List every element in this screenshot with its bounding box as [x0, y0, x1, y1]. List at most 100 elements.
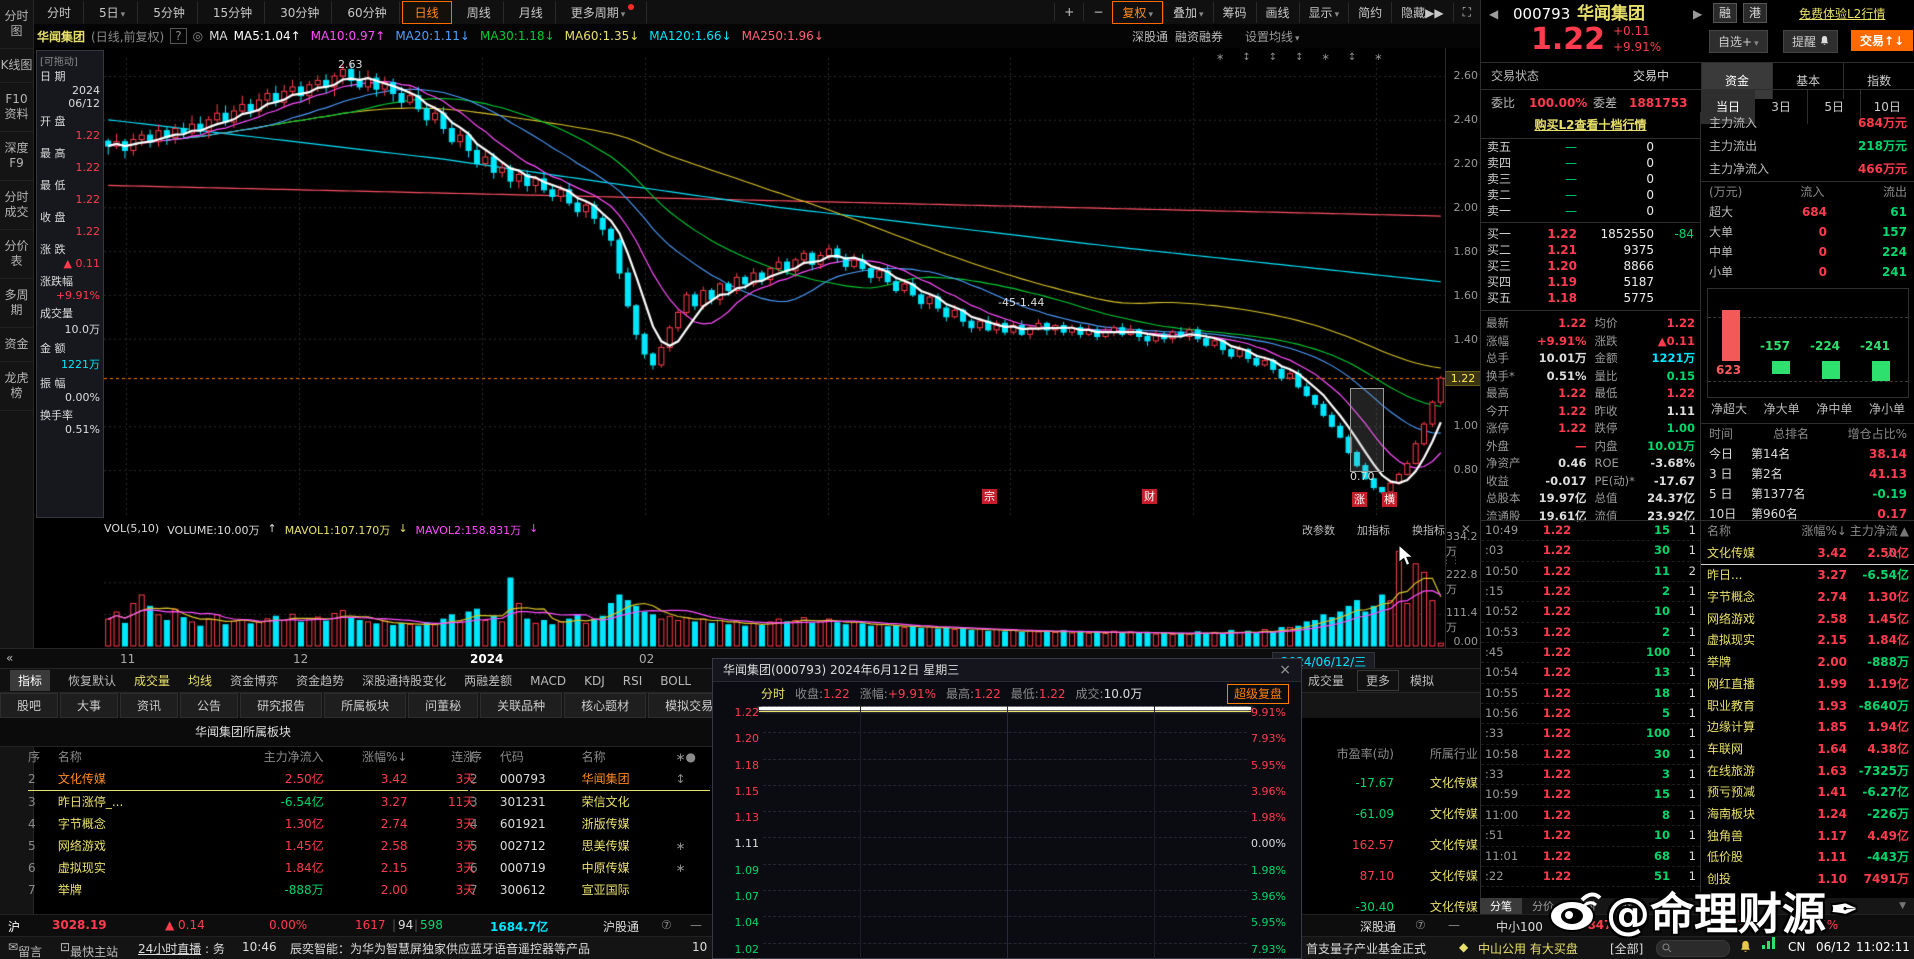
table-row[interactable]: 3 301231 荣信文化: [470, 791, 710, 813]
info-tab[interactable]: 资讯: [120, 693, 178, 718]
indicator-tab[interactable]: KDJ: [584, 674, 605, 688]
sidebar-item[interactable]: 分时成交: [0, 181, 33, 230]
margin-badge[interactable]: 融: [1713, 3, 1737, 23]
event-badge[interactable]: 财: [1142, 489, 1157, 504]
tab-60min[interactable]: 60分钟: [334, 1, 399, 24]
sector-row[interactable]: 独角兽 1.17 4.49亿: [1701, 826, 1914, 848]
overlay-button[interactable]: 叠加▾: [1163, 2, 1213, 23]
l2-buy-link[interactable]: 购买L2查看十档行情: [1535, 118, 1647, 132]
zoom-in-button[interactable]: +: [1054, 3, 1083, 21]
sector-row[interactable]: 虚拟现实 2.15 1.84亿: [1701, 630, 1914, 652]
popup-tab-fenshi[interactable]: 分时: [761, 682, 785, 706]
tick-list[interactable]: 10:49 1.22 15 1 :03 1.22 30 1 10:50 1.22…: [1481, 520, 1701, 898]
sidebar-item[interactable]: K线图: [0, 49, 33, 83]
indicator-tab[interactable]: 恢复默认: [68, 672, 116, 689]
sidebar-item[interactable]: 资金: [0, 328, 33, 362]
sector-row[interactable]: 职业教育 1.93 -8640万: [1701, 696, 1914, 718]
gear-icon[interactable]: ◎: [193, 29, 203, 43]
next-stock-icon[interactable]: ▶: [1693, 0, 1702, 28]
tab-30min[interactable]: 30分钟: [267, 1, 332, 24]
sector-row[interactable]: 字节概念 2.74 1.30亿: [1701, 587, 1914, 609]
hide-button[interactable]: 隐藏▶▶: [1391, 2, 1452, 23]
indicator-tab[interactable]: 深股通持股变化: [362, 672, 446, 689]
table-row[interactable]: 5 网络游戏 1.45亿 2.58 3天: [28, 835, 468, 857]
table-row[interactable]: 5 002712 思美传媒 ∗: [470, 835, 710, 857]
more-indicators-button[interactable]: 更多: [1357, 670, 1399, 691]
info-tab[interactable]: 问董秘: [408, 693, 478, 718]
sector-list[interactable]: 名称 涨幅%↓ 主力净流入 ▲ 文化传媒 3.42 2.50亿 昨日... 3.…: [1701, 520, 1914, 898]
table-row[interactable]: 4 601921 浙版传媒: [470, 813, 710, 835]
switch-indicator-button[interactable]: 换指标: [1412, 522, 1445, 536]
info-tab[interactable]: 研究报告: [240, 693, 322, 718]
event-badge[interactable]: 涨: [1352, 492, 1367, 507]
simple-mode-button[interactable]: 简约: [1348, 2, 1391, 23]
info-tab[interactable]: 关联品种: [480, 693, 562, 718]
indicator-tab[interactable]: 均线: [188, 672, 212, 689]
table-row[interactable]: 7 300612 宣亚国际: [470, 879, 710, 901]
add-indicator-button[interactable]: 加指标: [1357, 522, 1390, 536]
chevron-down-icon[interactable]: ▼: [1899, 901, 1906, 911]
volume-chart-canvas[interactable]: [104, 536, 1445, 648]
live-24h-link[interactable]: 24小时直播: [138, 940, 201, 957]
prev-stock-icon[interactable]: ◀: [1489, 0, 1498, 28]
table-row[interactable]: 3 昨日涨停_... -6.54亿 3.27 11天: [28, 791, 468, 813]
zoom-out-button[interactable]: −: [1083, 3, 1112, 21]
table-row[interactable]: -17.67 文化传媒: [1302, 768, 1480, 799]
tab-fenshi[interactable]: 分时: [34, 1, 84, 24]
sidebar-item[interactable]: 分价表: [0, 230, 33, 279]
trade-button[interactable]: 交易↑↓: [1851, 30, 1913, 51]
all-filter-button[interactable]: [全部]: [1610, 940, 1643, 957]
info-tab[interactable]: 核心题材: [564, 693, 646, 718]
sector-row[interactable]: 预亏预减 1.41 -6.27亿: [1701, 782, 1914, 804]
sector-row[interactable]: 网红直播 1.99 1.19亿: [1701, 674, 1914, 696]
tab-monthly[interactable]: 月线: [506, 1, 556, 24]
message-button[interactable]: ✉ 留言: [8, 940, 18, 954]
table-row[interactable]: 7 举牌 -888万 2.00 3天: [28, 879, 468, 901]
help-icon[interactable]: ?: [170, 28, 186, 44]
tab-daily[interactable]: 日线: [402, 1, 452, 24]
sidebar-item[interactable]: 龙虎榜: [0, 362, 33, 411]
question-circle-icon[interactable]: ⑦: [1415, 918, 1426, 932]
sector-row[interactable]: 举牌 2.00 -888万: [1701, 652, 1914, 674]
sidebar-item[interactable]: 分时图: [0, 0, 33, 49]
info-tab[interactable]: 公告: [180, 693, 238, 718]
sector-row[interactable]: 车联网 1.64 4.38亿: [1701, 739, 1914, 761]
indicator-tab[interactable]: 成交量: [134, 672, 170, 689]
indicator-tab[interactable]: RSI: [623, 674, 643, 688]
display-button[interactable]: 显示▾: [1299, 2, 1349, 23]
scroll-left-icon[interactable]: «: [6, 651, 13, 665]
table-row[interactable]: 2 000793 华闻集团 ↕: [470, 768, 710, 791]
bell-icon[interactable]: [1740, 941, 1751, 956]
indicator-tab[interactable]: 两融差额: [464, 672, 512, 689]
table-row[interactable]: 2 文化传媒 2.50亿 3.42 3天: [28, 768, 468, 791]
scroll-up-icon[interactable]: ▲: [1900, 521, 1909, 543]
sector-row[interactable]: 文化传媒 3.42 2.50亿: [1701, 543, 1914, 566]
news-ticker[interactable]: 辰奕智能：为华为智慧屏独家供应蓝牙语音遥控器等产品: [290, 940, 590, 957]
table-row[interactable]: 162.57 文化传媒: [1302, 830, 1480, 861]
sidebar-item[interactable]: 深度F9: [0, 132, 33, 181]
sector-row[interactable]: 昨日... 3.27 -6.54亿: [1701, 565, 1914, 587]
chips-button[interactable]: 筹码: [1213, 2, 1256, 23]
search-input[interactable]: [1656, 940, 1730, 957]
fuquan-button[interactable]: 复权▾: [1112, 1, 1163, 24]
sidebar-item[interactable]: 多周期: [0, 279, 33, 328]
big-order-alert[interactable]: 中山公用 有大买盘: [1478, 940, 1578, 957]
indicator-tab[interactable]: 资金趋势: [296, 672, 344, 689]
template-button[interactable]: 模拟: [1410, 672, 1434, 689]
sector-row[interactable]: 网络游戏 2.58 1.45亿: [1701, 609, 1914, 631]
alert-button[interactable]: 提醒: [1783, 30, 1838, 53]
indicator-tab[interactable]: 指标: [10, 670, 50, 691]
info-tab[interactable]: 大事: [60, 693, 118, 718]
popup-title-bar[interactable]: 华闻集团(000793) 2024年6月12日 星期三 ×: [713, 659, 1301, 682]
info-tab[interactable]: 所属板块: [324, 693, 406, 718]
close-icon[interactable]: ×: [1279, 659, 1291, 681]
sidebar-item[interactable]: F10资料: [0, 83, 33, 132]
fast-site-button[interactable]: ⊡ 最快主站: [60, 940, 70, 954]
tab-fenbi[interactable]: 分笔: [1480, 898, 1522, 914]
tab-5day[interactable]: 5日▾: [86, 1, 138, 24]
sector-row[interactable]: 低价股 1.11 -443万: [1701, 847, 1914, 869]
link-ma-settings[interactable]: 设置均线▾: [1245, 28, 1300, 45]
question-circle-icon[interactable]: ⑦: [661, 918, 672, 932]
super-replay-button[interactable]: 超级复盘: [1227, 684, 1289, 704]
table-row[interactable]: 6 虚拟现实 1.84亿 2.15 3天: [28, 857, 468, 879]
